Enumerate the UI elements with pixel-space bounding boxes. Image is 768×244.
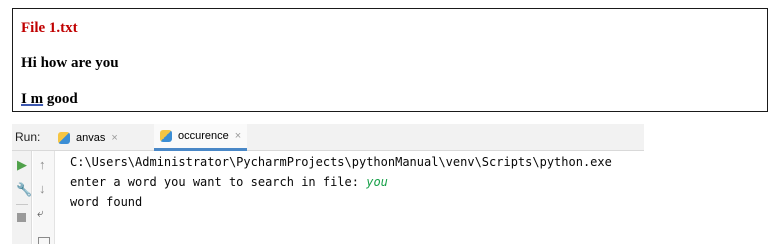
tab-occurence-label: occurence	[178, 130, 229, 142]
soft-wrap-icon[interactable]: ⤶	[37, 206, 44, 220]
console-user-input: you	[366, 175, 388, 189]
run-label: Run:	[15, 130, 41, 144]
run-toolbar-right: ↑ ↓ ⤶	[33, 151, 55, 244]
file-title: File 1.txt	[21, 20, 78, 36]
stop-icon[interactable]	[17, 213, 26, 222]
run-tab-bar: Run: anvas × occurence ×	[12, 124, 644, 151]
up-arrow-icon[interactable]: ↑	[39, 158, 46, 172]
console-result: word found	[70, 195, 143, 209]
tab-anvas[interactable]: anvas ×	[52, 124, 124, 151]
console-prompt: enter a word you want to search in file:	[70, 175, 367, 189]
file-line-2-rest: good	[43, 91, 78, 107]
close-icon[interactable]: ×	[111, 132, 117, 144]
run-toolbar-left: ▶ 🔧	[12, 151, 32, 244]
tab-occurence[interactable]: occurence ×	[154, 124, 248, 151]
file-line-1: Hi how are you	[21, 55, 119, 71]
close-icon[interactable]: ×	[235, 130, 241, 142]
tab-anvas-label: anvas	[76, 131, 106, 144]
toolbar-divider	[16, 204, 28, 205]
run-tool-window: Run: anvas × occurence × ▶ 🔧 ↑ ↓ ⤶ C:\Us…	[12, 124, 644, 244]
wrench-icon[interactable]: 🔧	[16, 183, 32, 197]
console-path-line: C:\Users\Administrator\PycharmProjects\p…	[70, 155, 612, 169]
rerun-play-icon[interactable]: ▶	[17, 158, 27, 172]
scroll-to-end-icon[interactable]	[38, 237, 50, 244]
down-arrow-icon[interactable]: ↓	[39, 182, 46, 196]
file-line-2: I m good	[21, 91, 78, 108]
spellcheck-underlined-text: I m	[21, 91, 44, 107]
python-file-icon	[160, 130, 172, 142]
python-file-icon	[58, 131, 70, 144]
console-output[interactable]: C:\Users\Administrator\PycharmProjects\p…	[70, 152, 644, 212]
console-prompt-line: enter a word you want to search in file:…	[70, 172, 644, 192]
file-preview-box: File 1.txt Hi how are you I m good	[12, 8, 768, 112]
